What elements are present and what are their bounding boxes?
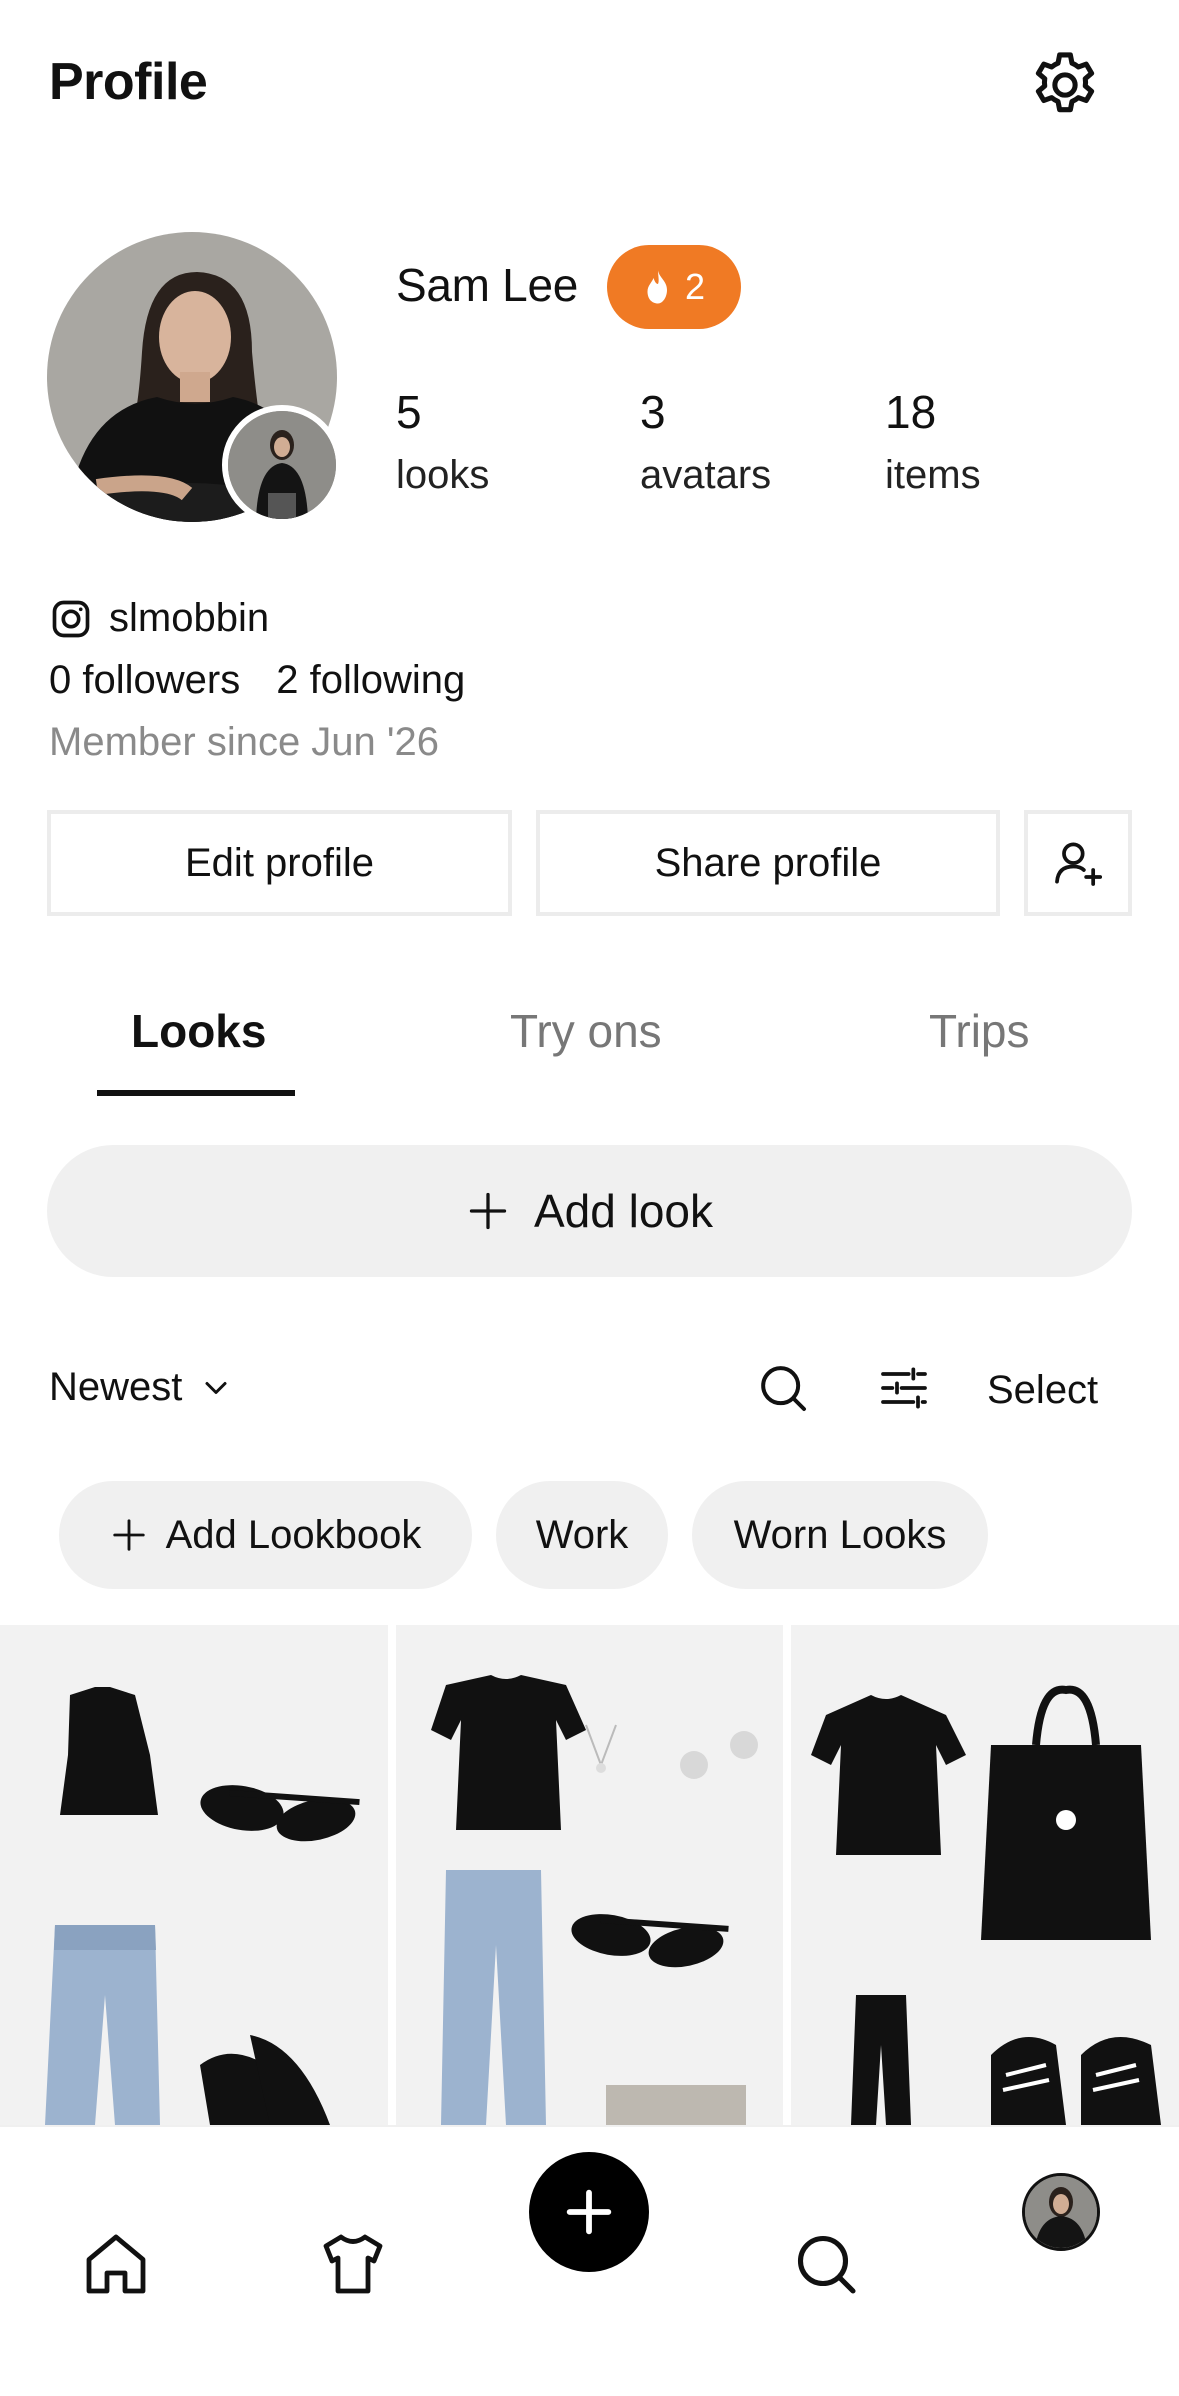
plus-icon — [566, 2189, 612, 2235]
instagram-handle: slmobbin — [109, 596, 270, 640]
search-icon — [797, 2235, 856, 2294]
stat-value: 3 — [640, 386, 666, 438]
select-button[interactable]: Select — [987, 1368, 1098, 1413]
followers-count: 0 — [49, 658, 72, 702]
shirt-icon — [323, 2234, 383, 2294]
stat-value: 18 — [885, 386, 937, 438]
bottom-navigation — [0, 2125, 1179, 2396]
stat-label: items — [885, 453, 981, 497]
look-card[interactable] — [395, 1625, 784, 2125]
sliders-icon — [881, 1367, 927, 1409]
nav-explore[interactable] — [781, 2219, 871, 2309]
following-link[interactable]: 2 following — [276, 658, 465, 703]
stat-looks[interactable]: 5 looks — [396, 385, 489, 498]
nav-profile-avatar[interactable] — [1022, 2173, 1100, 2251]
settings-button[interactable] — [1020, 40, 1110, 130]
active-tab-indicator — [97, 1090, 295, 1096]
share-profile-button[interactable]: Share profile — [536, 810, 1000, 916]
streak-count: 2 — [684, 266, 706, 307]
page-title: Profile — [49, 53, 208, 111]
home-icon — [86, 2234, 146, 2294]
add-user-icon — [1055, 842, 1103, 886]
looks-grid — [0, 1625, 1179, 2125]
instagram-link[interactable]: slmobbin — [49, 596, 269, 641]
member-since: Member since Jun '26 — [49, 720, 440, 764]
tab-trips[interactable]: Trips — [929, 1004, 1030, 1058]
lookbook-chip-worn-looks[interactable]: Worn Looks — [692, 1481, 988, 1589]
look-card[interactable] — [791, 1625, 1179, 2125]
streak-badge[interactable]: 2 — [607, 245, 741, 329]
sort-label: Newest — [49, 1365, 183, 1409]
stat-label: looks — [396, 453, 490, 497]
following-label: following — [309, 658, 466, 702]
stat-label: avatars — [640, 453, 772, 497]
chip-label: Add Lookbook — [165, 1512, 422, 1557]
chevron-down-icon — [205, 1381, 227, 1394]
user-name: Sam Lee — [396, 259, 579, 311]
add-lookbook-chip[interactable]: Add Lookbook — [59, 1481, 472, 1589]
chip-label: Worn Looks — [733, 1512, 947, 1557]
gear-icon — [1035, 52, 1095, 113]
plus-icon — [112, 1519, 145, 1551]
edit-profile-button[interactable]: Edit profile — [47, 810, 512, 916]
nav-create-button[interactable] — [529, 2152, 649, 2272]
flame-icon — [647, 270, 667, 304]
following-count: 2 — [276, 658, 299, 702]
stat-avatars[interactable]: 3 avatars — [640, 385, 771, 498]
tab-looks[interactable]: Looks — [131, 1004, 266, 1058]
follow-stats: 0 followers 2 following — [49, 658, 465, 703]
tab-try-ons[interactable]: Try ons — [510, 1004, 662, 1058]
followers-label: followers — [82, 658, 241, 702]
nav-home[interactable] — [71, 2219, 161, 2309]
look-card[interactable] — [0, 1625, 388, 2125]
sort-dropdown[interactable]: Newest — [49, 1365, 234, 1410]
add-friend-button[interactable] — [1024, 810, 1132, 916]
avatar-thumbnail[interactable] — [222, 405, 342, 525]
plus-icon — [469, 1192, 507, 1230]
stat-value: 5 — [396, 386, 422, 438]
add-look-label: Add look — [533, 1185, 713, 1237]
stat-items[interactable]: 18 items — [885, 385, 981, 498]
filter-button[interactable] — [876, 1360, 932, 1416]
instagram-icon — [52, 600, 90, 637]
followers-link[interactable]: 0 followers — [49, 658, 240, 703]
search-icon — [761, 1366, 806, 1411]
nav-wardrobe[interactable] — [308, 2219, 398, 2309]
chip-label: Work — [535, 1512, 629, 1557]
lookbook-chip-work[interactable]: Work — [496, 1481, 668, 1589]
search-button[interactable] — [755, 1360, 811, 1416]
add-look-button[interactable]: Add look — [47, 1145, 1132, 1277]
